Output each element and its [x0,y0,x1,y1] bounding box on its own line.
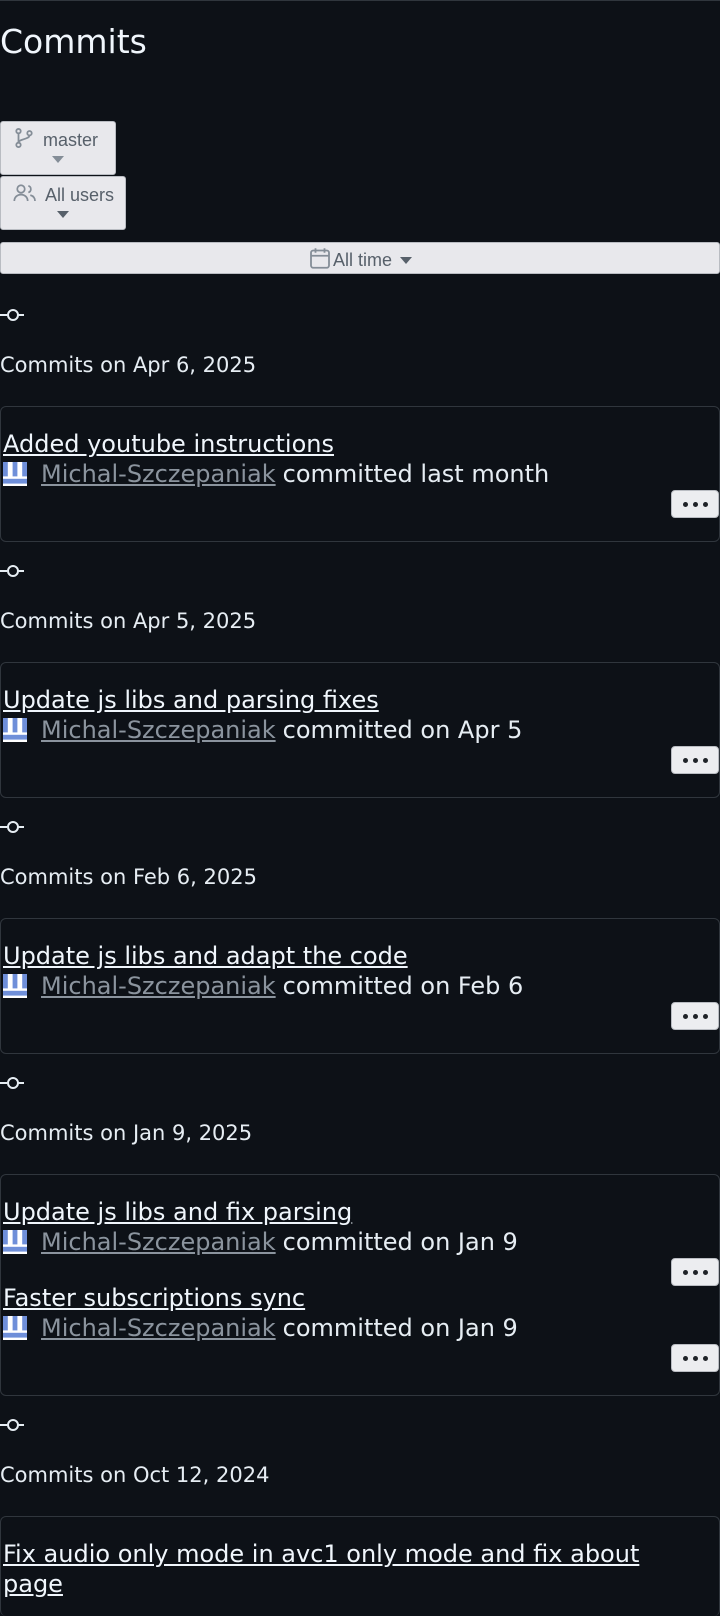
author-link[interactable]: Michal-Szczepaniak [41,971,276,1001]
author-link[interactable]: Michal-Szczepaniak [41,715,276,745]
commit-group: Fix audio only mode in avc1 only mode an… [0,1516,720,1616]
more-options-button[interactable] [671,490,719,518]
kebab-horizontal-icon [682,1013,688,1019]
chevron-down-icon [400,257,412,264]
identicon-avatar[interactable] [3,1230,27,1254]
git-commit-icon [0,1075,26,1089]
commit-time-text: committed on Apr 5 [282,716,523,744]
time-range-button[interactable]: All time [0,242,720,274]
commit-meta: Michal-Szczepaniak committed on Jan 9 [3,1313,518,1343]
git-commit-icon [0,307,26,321]
author-link[interactable]: Michal-Szczepaniak [41,1227,276,1257]
commit-title-link[interactable]: Fix audio only mode in avc1 only mode an… [3,1539,683,1599]
commit-title-link[interactable]: Update js libs and adapt the code [3,941,703,971]
commit-title-link[interactable]: Update js libs and fix parsing [3,1197,703,1227]
identicon-avatar[interactable] [3,462,27,486]
page-title: Commits [0,22,147,61]
git-commit-icon [0,819,26,833]
commit-time-text: committed last month [282,460,550,488]
commit-group: Update js libs and adapt the code Michal… [0,918,720,1054]
kebab-horizontal-icon [682,501,688,507]
more-options-button[interactable] [671,746,719,774]
commit-date-heading: Commits on Apr 5, 2025 [0,609,257,633]
commit-title-link[interactable]: Added youtube instructions [3,429,703,459]
commit-date-heading: Commits on Feb 6, 2025 [0,865,257,889]
chevron-down-icon [52,156,64,163]
commit-meta: Michal-Szczepaniak committed on Jan 9 [3,1227,518,1257]
branch-selector-button[interactable]: master [0,121,116,175]
git-commit-icon [0,563,26,577]
commit-date-heading: Commits on Apr 6, 2025 [0,353,257,377]
commit-time-text: committed on Jan 9 [282,1314,518,1342]
commit-group: Added youtube instructions Michal-Szczep… [0,406,720,542]
chevron-down-icon [57,211,69,218]
top-divider [0,0,720,1]
kebab-horizontal-icon [682,1355,688,1361]
commit-meta: Michal-Szczepaniak committed last month [3,459,549,489]
kebab-horizontal-icon [682,1269,688,1275]
author-link[interactable]: Michal-Szczepaniak [41,459,276,489]
author-link[interactable]: Michal-Szczepaniak [41,1313,276,1343]
commit-date-heading: Commits on Oct 12, 2024 [0,1463,270,1487]
commit-group: Update js libs and fix parsing Michal-Sz… [0,1174,720,1396]
commit-time-text: committed on Feb 6 [282,972,524,1000]
calendar-icon [308,246,332,275]
commit-title-link[interactable]: Faster subscriptions sync [3,1283,703,1313]
more-options-button[interactable] [671,1344,719,1372]
commit-meta: Michal-Szczepaniak committed on Apr 5 [3,715,522,745]
git-commit-icon [0,1417,26,1431]
identicon-avatar[interactable] [3,974,27,998]
commit-meta: Michal-Szczepaniak committed on Feb 6 [3,971,523,1001]
commit-group: Update js libs and parsing fixes Michal-… [0,662,720,798]
identicon-avatar[interactable] [3,718,27,742]
more-options-button[interactable] [671,1258,719,1286]
time-label: All time [332,250,392,270]
commit-time-text: committed on Jan 9 [282,1228,518,1256]
more-options-button[interactable] [671,1002,719,1030]
users-selector-button[interactable]: All users [0,176,126,230]
commit-title-link[interactable]: Update js libs and parsing fixes [3,685,703,715]
kebab-horizontal-icon [682,757,688,763]
identicon-avatar[interactable] [3,1316,27,1340]
commit-date-heading: Commits on Jan 9, 2025 [0,1121,253,1145]
